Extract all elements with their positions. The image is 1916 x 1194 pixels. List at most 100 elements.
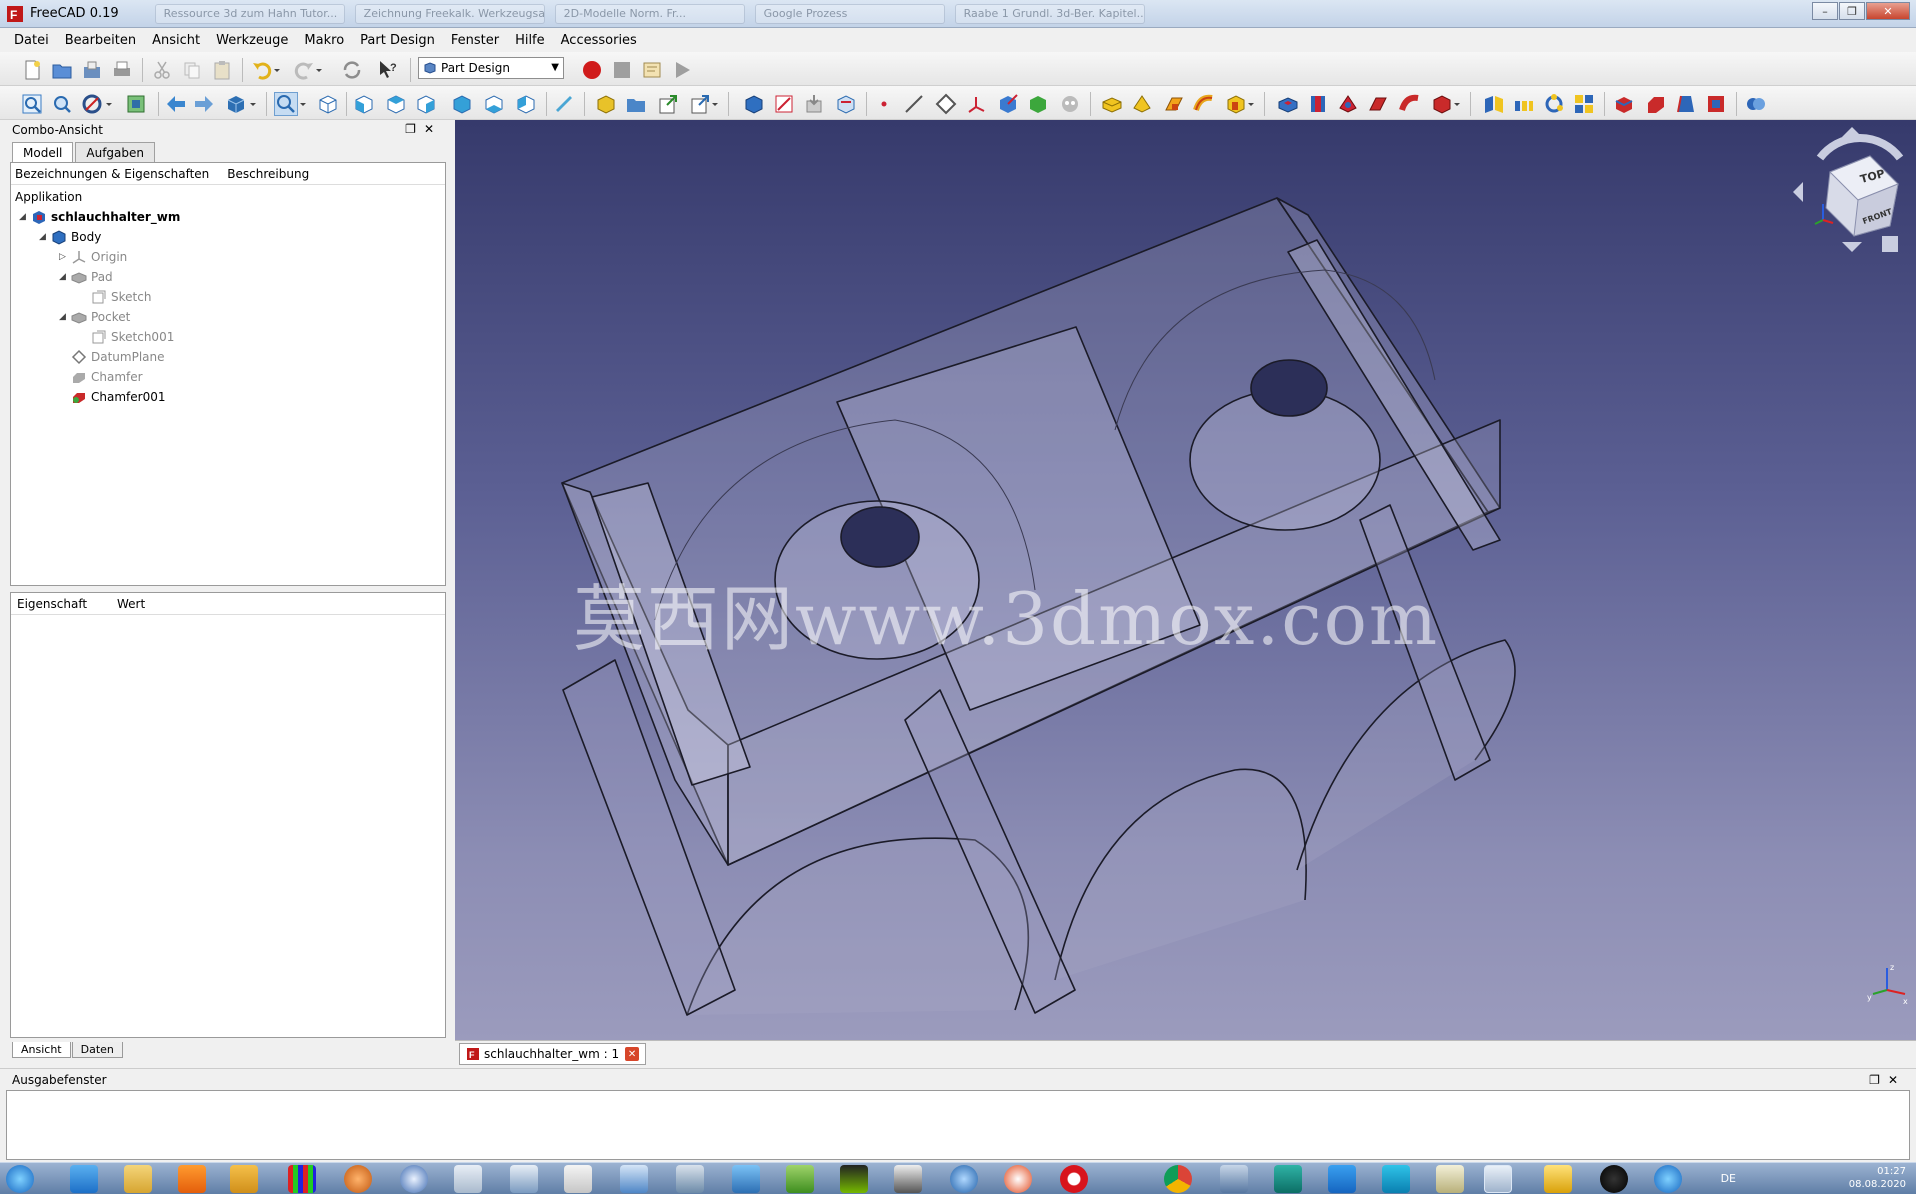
mirrored-icon[interactable] <box>1482 92 1506 116</box>
undo-dropdown-icon[interactable] <box>272 58 282 82</box>
map-sketch-icon[interactable] <box>834 92 858 116</box>
collapse-arrow-icon[interactable]: ◢ <box>59 272 71 282</box>
explorer-icon[interactable] <box>124 1165 152 1193</box>
tree-item-sketch001[interactable]: Sketch001 <box>91 327 174 347</box>
app-teal-icon[interactable] <box>1274 1165 1302 1193</box>
background-browser-tab[interactable]: Zeichnung Freekalk. Werkzeugsat... <box>354 3 545 24</box>
freecad-taskbar-icon[interactable] <box>1484 1165 1512 1193</box>
draw-style-dropdown-icon[interactable] <box>104 92 114 116</box>
collapse-arrow-icon[interactable]: ◢ <box>39 232 51 242</box>
print-icon[interactable] <box>110 58 134 82</box>
column-property[interactable]: Eigenschaft <box>11 597 111 611</box>
arduino-icon[interactable] <box>1600 1165 1628 1193</box>
navigation-cube[interactable]: TOP FRONT <box>1790 120 1916 260</box>
workbench-selector[interactable]: Part Design ▼ <box>418 57 564 79</box>
redo-icon[interactable] <box>292 58 316 82</box>
start-button-icon[interactable] <box>6 1165 34 1193</box>
thunderbird-icon[interactable] <box>950 1165 978 1193</box>
menu-fenster[interactable]: Fenster <box>443 33 507 48</box>
record-macro-icon[interactable] <box>580 58 604 82</box>
refresh-icon[interactable] <box>340 58 364 82</box>
tab-modell[interactable]: Modell <box>12 142 74 162</box>
screen-capture-icon[interactable] <box>676 1165 704 1193</box>
isometric-view-icon[interactable] <box>316 92 340 116</box>
linear-pattern-icon[interactable] <box>1512 92 1536 116</box>
front-view-icon[interactable] <box>352 92 376 116</box>
left-view-icon[interactable] <box>514 92 538 116</box>
column-description[interactable]: Beschreibung <box>223 167 323 181</box>
control-panel-icon[interactable] <box>620 1165 648 1193</box>
link-actions-icon[interactable] <box>688 92 712 116</box>
firefox-icon[interactable] <box>1654 1165 1682 1193</box>
ccleaner-icon[interactable] <box>1382 1165 1410 1193</box>
measure-distance-icon[interactable] <box>552 92 576 116</box>
column-labels-properties[interactable]: Bezeichnungen & Eigenschaften <box>11 167 223 181</box>
language-indicator[interactable]: DE <box>1721 1172 1736 1185</box>
opera-icon[interactable] <box>1060 1165 1088 1193</box>
redo-dropdown-icon[interactable] <box>314 58 324 82</box>
draft-icon[interactable] <box>1674 92 1698 116</box>
vscode-icon[interactable] <box>1328 1165 1356 1193</box>
chrome-icon[interactable] <box>1164 1165 1192 1193</box>
create-link-icon[interactable] <box>656 92 680 116</box>
local-cs-icon[interactable] <box>964 92 988 116</box>
menu-bearbeiten[interactable]: Bearbeiten <box>57 33 144 48</box>
create-group-icon[interactable] <box>624 92 648 116</box>
tree-item-chamfer[interactable]: Chamfer <box>71 367 143 387</box>
menu-part-design[interactable]: Part Design <box>352 33 443 48</box>
bounding-box-icon[interactable] <box>124 92 148 116</box>
fit-all-icon[interactable] <box>20 92 44 116</box>
tree-item-body[interactable]: ◢ Body <box>39 227 101 247</box>
document-tab[interactable]: F schlauchhalter_wm : 1 ✕ <box>459 1043 647 1065</box>
additive-primitive-icon[interactable] <box>1224 92 1248 116</box>
system-clock[interactable]: 01:27 08.08.2020 <box>1849 1165 1906 1191</box>
printer-icon[interactable] <box>510 1165 538 1193</box>
color-grid-icon[interactable] <box>288 1165 316 1193</box>
top-view-icon[interactable] <box>384 92 408 116</box>
edit-macro-icon[interactable] <box>640 58 664 82</box>
menu-werkzeuge[interactable]: Werkzeuge <box>208 33 296 48</box>
create-sketch-icon[interactable] <box>772 92 796 116</box>
internet-explorer-icon[interactable] <box>70 1165 98 1193</box>
menu-makro[interactable]: Makro <box>296 33 352 48</box>
std-view-dropdown-icon[interactable] <box>248 92 258 116</box>
undo-icon[interactable] <box>250 58 274 82</box>
draw-style-icon[interactable] <box>80 92 104 116</box>
zoom-box-icon[interactable] <box>274 92 298 116</box>
tree-item-sketch[interactable]: Sketch <box>91 287 151 307</box>
float-panel-icon[interactable]: ❐ <box>1869 1073 1888 1087</box>
subshape-binder-icon[interactable] <box>1026 92 1050 116</box>
tree-item-datumplane[interactable]: DatumPlane <box>71 347 165 367</box>
nvidia-icon[interactable] <box>840 1165 868 1193</box>
paste-icon[interactable] <box>210 58 234 82</box>
expand-arrow-icon[interactable]: ▷ <box>59 252 71 262</box>
sync-icon[interactable] <box>400 1165 428 1193</box>
create-body-icon[interactable] <box>742 92 766 116</box>
collapse-arrow-icon[interactable]: ◢ <box>19 212 31 222</box>
run-macro-icon[interactable] <box>670 58 694 82</box>
pocket-icon[interactable] <box>1276 92 1300 116</box>
arrow-browser-icon[interactable] <box>1004 1165 1032 1193</box>
polar-pattern-icon[interactable] <box>1542 92 1566 116</box>
minimize-button[interactable]: – <box>1812 2 1838 20</box>
copy-icon[interactable] <box>180 58 204 82</box>
tools-icon[interactable] <box>786 1165 814 1193</box>
forward-arrow-icon[interactable] <box>192 92 216 116</box>
std-view-menu-icon[interactable] <box>224 92 248 116</box>
3d-viewport[interactable]: 莫西网www.3dmox.com TOP FRONT z y x <box>455 120 1916 1040</box>
chamfer-icon[interactable] <box>1644 92 1668 116</box>
new-file-icon[interactable] <box>20 58 44 82</box>
cut-icon[interactable] <box>150 58 174 82</box>
fillet-icon[interactable] <box>1612 92 1636 116</box>
hole-icon[interactable] <box>1306 92 1330 116</box>
tool-icon[interactable] <box>564 1165 592 1193</box>
additive-loft-icon[interactable] <box>1162 92 1186 116</box>
background-browser-tab[interactable]: Ressource 3d zum Hahn Tutor... <box>154 3 345 24</box>
save-icon[interactable] <box>80 58 104 82</box>
tree-item-pad[interactable]: ◢ Pad <box>59 267 113 287</box>
tree-item-pocket[interactable]: ◢ Pocket <box>59 307 130 327</box>
revolution-icon[interactable] <box>1130 92 1154 116</box>
right-view-icon[interactable] <box>414 92 438 116</box>
menu-accessories[interactable]: Accessories <box>553 33 645 48</box>
rear-view-icon[interactable] <box>450 92 474 116</box>
